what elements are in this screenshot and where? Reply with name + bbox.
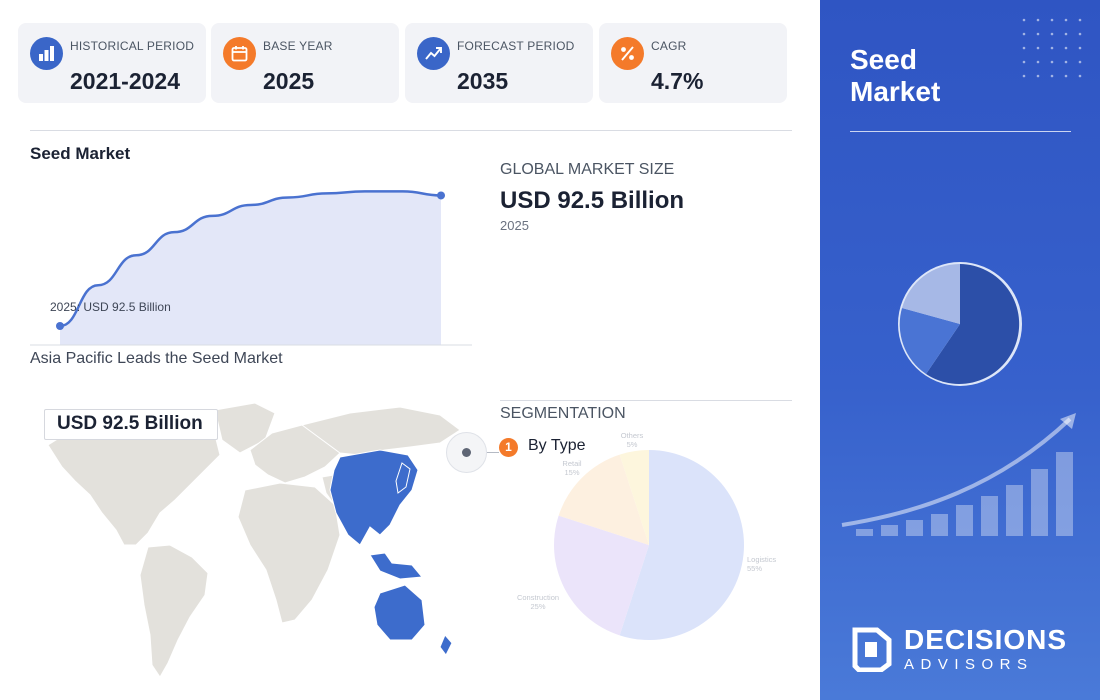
divider bbox=[500, 400, 792, 401]
pie-percent-logistics: 55% bbox=[747, 564, 762, 573]
kpi-value: 2035 bbox=[457, 68, 509, 94]
kpi-value: 4.7% bbox=[651, 68, 704, 94]
australia-highlight bbox=[373, 584, 426, 641]
sidebar-title-underline bbox=[850, 131, 1071, 132]
chart-annotation: 2025: USD 92.5 Billion bbox=[50, 300, 171, 314]
chart-title: Seed Market bbox=[30, 144, 131, 163]
south-america-land bbox=[139, 544, 209, 678]
kpi-value: 2021-2024 bbox=[70, 68, 180, 94]
growth-bars-illustration bbox=[841, 413, 1076, 536]
sidebar-panel: Seed Market DECISIONS ADVISORS bbox=[820, 0, 1100, 700]
segment-pointer-dot bbox=[462, 448, 471, 457]
divider bbox=[30, 130, 792, 131]
segmentation-pie-chart: Logistics55% Construction25% Retail15% Othe… bbox=[517, 431, 776, 640]
kpi-historical-period: HISTORICAL PERIOD 2021-2024 bbox=[18, 23, 206, 103]
kpi-label: FORECAST PERIOD bbox=[457, 39, 575, 53]
pie-percent-retail: 15% bbox=[564, 468, 579, 477]
sidebar-title-line1: Seed bbox=[850, 44, 917, 75]
asia-pacific-highlight bbox=[329, 449, 419, 546]
region-value-box: USD 92.5 Billion bbox=[44, 409, 218, 440]
brand-name-line2: ADVISORS bbox=[904, 656, 1034, 673]
brand-logo-icon bbox=[852, 627, 892, 672]
percent-icon bbox=[611, 37, 644, 70]
new-zealand-highlight bbox=[439, 634, 453, 656]
calendar-icon bbox=[223, 37, 256, 70]
kpi-value: 2025 bbox=[263, 68, 315, 94]
market-size-year: 2025 bbox=[500, 218, 529, 233]
start-point bbox=[56, 322, 64, 330]
brand-name-line1: DECISIONS bbox=[904, 624, 1068, 655]
region-title: Asia Pacific Leads the Seed Market bbox=[30, 350, 283, 367]
pie-percent-construction: 25% bbox=[530, 602, 545, 611]
africa-land bbox=[237, 482, 341, 624]
indonesia-highlight bbox=[369, 552, 423, 580]
kpi-base-year: BASE YEAR 2025 bbox=[211, 23, 399, 103]
trend-up-icon bbox=[417, 37, 450, 70]
market-size-label: GLOBAL MARKET SIZE bbox=[500, 161, 675, 178]
segment-pointer-line bbox=[487, 452, 499, 453]
region-value: USD 92.5 Billion bbox=[57, 413, 203, 434]
kpi-forecast-period: FORECAST PERIOD 2035 bbox=[405, 23, 593, 103]
bar-chart-icon bbox=[30, 37, 63, 70]
kpi-cagr: CAGR 4.7% bbox=[599, 23, 787, 103]
pie-label-logistics: Logistics bbox=[747, 555, 776, 564]
pie-illustration bbox=[898, 262, 1022, 386]
market-size-area-chart bbox=[30, 190, 472, 346]
end-point bbox=[437, 191, 445, 200]
pie-percent-others: 5% bbox=[627, 440, 638, 449]
kpi-label: HISTORICAL PERIOD bbox=[70, 39, 195, 53]
sidebar-title-line2: Market bbox=[850, 76, 941, 107]
pie-label-construction: Construction bbox=[517, 593, 559, 602]
pie-label-retail: Retail bbox=[562, 459, 582, 468]
kpi-label: BASE YEAR bbox=[263, 39, 333, 53]
kpi-label: CAGR bbox=[651, 39, 687, 53]
pie-label-others: Others bbox=[621, 431, 644, 440]
dot-grid-decoration bbox=[1022, 18, 1082, 78]
market-size-value: USD 92.5 Billion bbox=[500, 187, 685, 214]
